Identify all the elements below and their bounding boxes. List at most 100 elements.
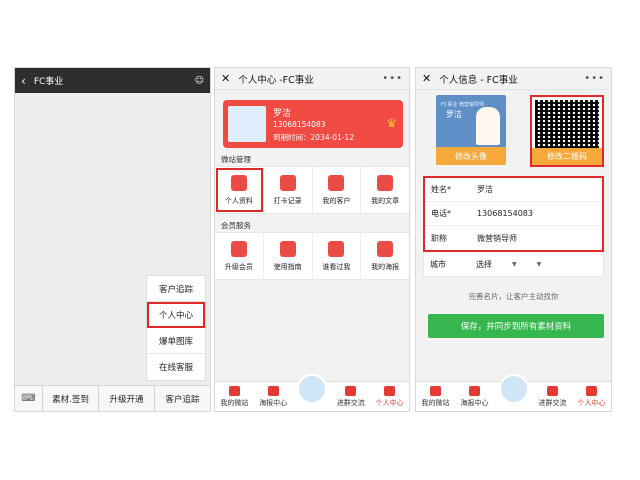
form-label: 城市 <box>430 259 446 269</box>
grid-label: 我的文章 <box>371 196 400 205</box>
tab-avatar[interactable] <box>494 374 533 411</box>
grid-item-posters[interactable]: 我的海报 <box>361 233 409 279</box>
avatar-card: FC事业 微营销导师 罗洁 修改头像 <box>436 95 506 165</box>
bottom-menu: ⌨ 素材.签到 升级开通 客户追踪 <box>15 385 210 411</box>
tab-label: 进群交流 <box>538 399 567 407</box>
tab-label: 个人中心 <box>375 399 404 407</box>
tab-bar: 我的微站 海报中心 进群交流 个人中心 <box>215 374 409 411</box>
profile-icon <box>230 174 247 191</box>
grid-item-customers[interactable]: 我的客户 <box>313 167 362 213</box>
group-icon <box>547 386 558 396</box>
tab-my-site[interactable]: 我的微站 <box>215 386 254 411</box>
grid-item-profile[interactable]: 个人资料 <box>215 167 264 213</box>
thumbs-up-icon <box>230 240 247 257</box>
group-icon <box>345 386 357 396</box>
grid-label: 我的客户 <box>322 196 351 205</box>
user-icon[interactable]: ☺ <box>195 76 204 86</box>
page-header: ✕ 个人中心 -FC事业 ••• <box>215 68 409 90</box>
grid-label: 升级会员 <box>224 262 253 271</box>
close-icon[interactable]: ✕ <box>422 72 431 85</box>
city-select[interactable]: 选择 ▼ ▼ <box>476 259 603 270</box>
member-card[interactable]: 罗洁 13068154083 到期时间：2034-01-12 ♛ <box>223 100 403 148</box>
name-field[interactable]: 罗洁 <box>477 184 602 195</box>
form-label: 电话* <box>431 209 451 218</box>
card-expiry: 到期时间：2034-01-12 <box>273 133 355 142</box>
save-button[interactable]: 保存，并同步到所有素材资料 <box>428 314 604 338</box>
back-arrow-icon[interactable]: ‹ <box>21 74 26 88</box>
personal-info-screen: ✕ 个人信息 - FC事业 ••• FC事业 微营销导师 罗洁 修改头像 修改二… <box>415 67 612 412</box>
tab-label: 海报中心 <box>460 399 489 407</box>
person-icon <box>384 386 396 396</box>
tab-personal-center[interactable]: 个人中心 <box>572 386 611 411</box>
wechat-header: ‹ FC事业 ☺ <box>15 68 210 93</box>
tab-posters[interactable]: 海报中心 <box>254 386 293 411</box>
portrait-image <box>476 107 500 145</box>
wechat-chat-screen: ‹ FC事业 ☺ 客户追踪 个人中心 爆单图库 在线客服 ⌨ 素材.签到 升级开… <box>14 67 211 412</box>
tab-label: 海报中心 <box>259 399 288 407</box>
page-header: ✕ 个人信息 - FC事业 ••• <box>416 68 611 90</box>
page-title: 个人中心 -FC事业 <box>238 74 314 86</box>
form-row-city: 城市 选择 ▼ ▼ <box>424 252 603 276</box>
checkin-icon <box>279 174 296 191</box>
city-select-value: 选择 <box>476 259 492 269</box>
form-label: 姓名* <box>431 185 451 194</box>
popup-item-customer-tracking[interactable]: 客户追踪 <box>147 276 205 302</box>
popup-menu: 客户追踪 个人中心 爆单图库 在线客服 <box>146 275 206 381</box>
grid-item-visitors[interactable]: 谁看过我 <box>313 233 362 279</box>
popup-item-personal-center[interactable]: 个人中心 <box>147 302 205 328</box>
chat-title: FC事业 <box>33 77 64 87</box>
grid-site-management: 个人资料 打卡记录 我的客户 我的文章 <box>215 166 409 214</box>
poster-icon <box>377 240 394 257</box>
form-row-phone: 电话* 13068154083 <box>425 202 602 226</box>
section-site-management: 微站管理 <box>221 155 251 164</box>
person-icon <box>586 386 597 396</box>
form-row-name: 姓名* 罗洁 <box>425 178 602 202</box>
namecard-name: 罗洁 <box>446 110 462 119</box>
namecard-subtitle: FC事业 微营销导师 <box>441 102 484 108</box>
tab-label: 我的微站 <box>220 399 249 407</box>
grid-label: 打卡记录 <box>273 196 302 205</box>
grid-item-checkin[interactable]: 打卡记录 <box>264 167 313 213</box>
popup-item-gallery[interactable]: 爆单图库 <box>147 328 205 354</box>
card-thumbnail <box>228 106 266 142</box>
menu-upgrade[interactable]: 升级开通 <box>99 386 155 411</box>
phone-field[interactable]: 13068154083 <box>477 209 602 218</box>
articles-icon <box>377 174 394 191</box>
tab-group-chat[interactable]: 进群交流 <box>331 386 370 411</box>
more-icon[interactable]: ••• <box>382 73 403 84</box>
grid-item-articles[interactable]: 我的文章 <box>361 167 409 213</box>
keyboard-icon[interactable]: ⌨ <box>15 386 43 411</box>
close-icon[interactable]: ✕ <box>221 72 230 85</box>
tab-my-site[interactable]: 我的微站 <box>416 386 455 411</box>
change-avatar-button[interactable]: 修改头像 <box>436 147 506 165</box>
section-member-services: 会员服务 <box>221 221 251 230</box>
id-card-icon <box>328 240 345 257</box>
grid-label: 谁看过我 <box>322 262 351 271</box>
form-row-title: 职称 微营销导师 <box>425 226 602 250</box>
grid-item-upgrade[interactable]: 升级会员 <box>215 233 264 279</box>
tab-avatar[interactable] <box>293 374 332 411</box>
tab-posters[interactable]: 海报中心 <box>455 386 494 411</box>
chevron-down-icon: ▼ <box>536 260 542 268</box>
form-label: 职称 <box>431 233 447 243</box>
card-phone: 13068154083 <box>273 120 326 129</box>
card-name: 罗洁 <box>273 109 292 119</box>
city-form: 城市 选择 ▼ ▼ <box>423 252 604 277</box>
title-field[interactable]: 微营销导师 <box>477 233 602 244</box>
qr-card: 修改二维码 <box>530 95 604 167</box>
page-title: 个人信息 - FC事业 <box>439 74 518 86</box>
menu-customer-tracking[interactable]: 客户追踪 <box>155 386 210 411</box>
grid-label: 个人资料 <box>224 196 253 205</box>
poster-tab-icon <box>267 386 279 396</box>
popup-item-online-service[interactable]: 在线客服 <box>147 354 205 380</box>
tab-group-chat[interactable]: 进群交流 <box>533 386 572 411</box>
grid-member-services: 升级会员 使用指南 谁看过我 我的海报 <box>215 232 409 280</box>
tab-personal-center[interactable]: 个人中心 <box>370 386 409 411</box>
grid-label: 我的海报 <box>371 262 400 271</box>
grid-item-guide[interactable]: 使用指南 <box>264 233 313 279</box>
change-qr-button[interactable]: 修改二维码 <box>532 148 602 165</box>
grid-label: 使用指南 <box>273 262 302 271</box>
more-icon[interactable]: ••• <box>584 73 605 84</box>
tab-label: 个人中心 <box>577 399 606 407</box>
menu-materials[interactable]: 素材.签到 <box>43 386 99 411</box>
